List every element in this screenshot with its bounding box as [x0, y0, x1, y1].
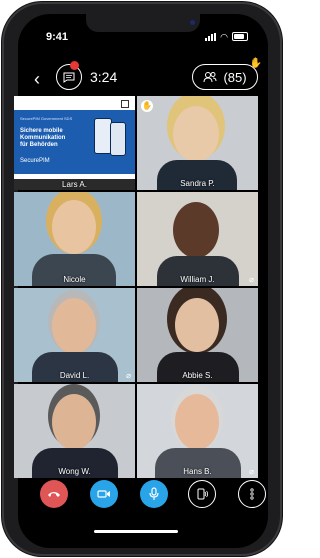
video-tile[interactable]: David L. ⌀	[14, 288, 135, 382]
more-options-button[interactable]	[238, 480, 266, 508]
participants-count: (85)	[223, 69, 247, 85]
phone-frame: 9:41 ◠ ‹ 3:24 (85) ✋ SecurePIM Governmen…	[2, 2, 282, 556]
call-top-bar: ‹ 3:24 (85) ✋	[18, 58, 268, 94]
expand-icon[interactable]	[121, 100, 129, 108]
participant-video	[52, 394, 96, 450]
participants-icon	[203, 72, 217, 83]
participant-video	[175, 394, 219, 450]
home-indicator[interactable]	[94, 530, 178, 533]
video-tile[interactable]: Nicole	[14, 192, 135, 286]
call-timer: 3:24	[90, 69, 118, 85]
notch	[86, 14, 200, 32]
shared-screen-headline: Sichere mobile Kommunikation für Behörde…	[20, 128, 66, 148]
status-icons: ◠	[205, 32, 248, 41]
signal-icon	[205, 32, 217, 41]
status-time: 9:41	[46, 31, 69, 43]
participant-video	[52, 298, 96, 354]
battery-icon	[232, 32, 248, 41]
call-controls	[2, 480, 266, 536]
participant-name: William J.	[180, 275, 215, 284]
shared-screen-small-text: SecurePIM Government SDS	[20, 116, 73, 121]
video-tile[interactable]: Abbie S.	[137, 288, 258, 382]
speaker-phone-icon	[197, 488, 208, 500]
microphone-button[interactable]	[140, 480, 168, 508]
camera-dot	[190, 20, 195, 25]
microphone-muted-icon: ⌀	[249, 467, 254, 476]
back-chevron-icon[interactable]: ‹	[34, 70, 40, 88]
video-tile[interactable]: Wong W.	[14, 384, 135, 478]
microphone-icon	[149, 487, 159, 500]
participant-name: Wong W.	[58, 467, 91, 476]
participant-name: Nicole	[63, 275, 86, 284]
more-vertical-icon	[250, 488, 254, 500]
chat-unread-badge	[70, 61, 79, 70]
video-tile[interactable]: ✋ Sandra P.	[137, 96, 258, 190]
microphone-muted-icon: ⌀	[249, 275, 254, 284]
camera-button[interactable]	[90, 480, 118, 508]
video-tile-screen-share[interactable]: SecurePIM Government SDS Sichere mobile …	[14, 96, 135, 190]
raised-hand-icon: ✋	[141, 100, 153, 112]
chat-bubble-icon	[63, 72, 75, 83]
end-call-button[interactable]	[40, 480, 68, 508]
video-camera-icon	[97, 490, 110, 498]
wifi-icon: ◠	[220, 31, 228, 42]
participant-video	[175, 298, 219, 352]
participant-video	[173, 202, 219, 258]
participant-name: Hans B.	[183, 467, 212, 476]
audio-output-button[interactable]	[188, 480, 216, 508]
shared-screen-brand: SecurePIM	[20, 158, 50, 164]
raised-hand-icon: ✋	[249, 58, 262, 69]
participant-name: Sandra P.	[180, 179, 215, 188]
microphone-muted-icon: ⌀	[126, 371, 131, 380]
participant-name: Lars A.	[14, 179, 135, 190]
participant-name: David L.	[59, 371, 90, 380]
hang-up-icon	[48, 492, 60, 497]
participant-video	[52, 200, 96, 254]
shared-screen-phone-image	[110, 122, 126, 156]
participants-button[interactable]: (85)	[192, 64, 258, 90]
video-tile[interactable]: Hans B. ⌀	[137, 384, 258, 478]
video-grid: SecurePIM Government SDS Sichere mobile …	[14, 96, 258, 478]
participant-name: Abbie S.	[182, 371, 213, 380]
participant-video	[173, 106, 219, 162]
video-tile[interactable]: William J. ⌀	[137, 192, 258, 286]
